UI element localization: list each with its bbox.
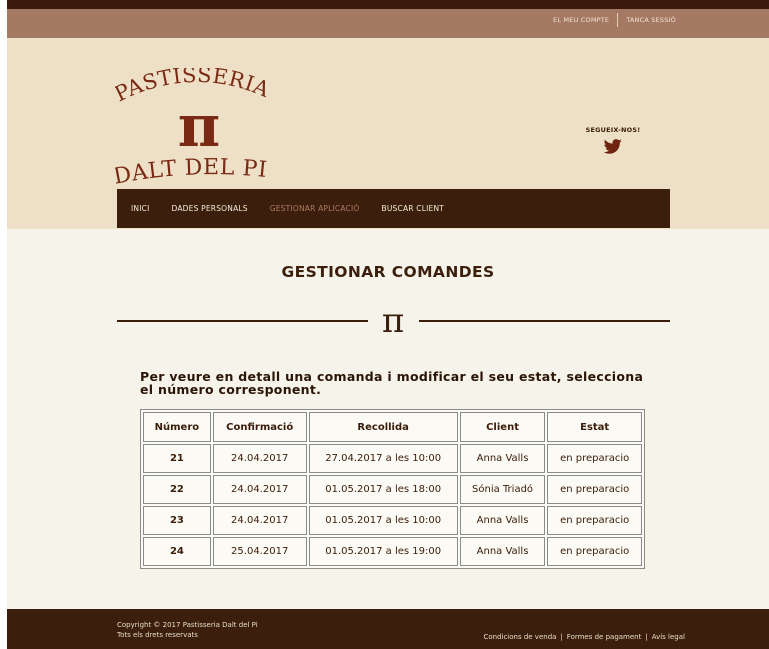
order-status: en preparacio (547, 537, 642, 566)
nav-item-gestionar-aplicacio[interactable]: GESTIONAR APLICACIÓ (270, 204, 360, 213)
site-logo[interactable]: PASTISSERIA π DALT DEL PI (115, 68, 285, 198)
page-title: GESTIONAR COMANDES (281, 263, 495, 281)
table-header-row: Número Confirmació Recollida Client Esta… (143, 412, 642, 442)
top-bar: EL MEU COMPTE TANCA SESSIÓ (7, 0, 769, 38)
column-header-estat: Estat (547, 412, 642, 442)
footer-separator: | (560, 633, 563, 641)
order-status: en preparacio (547, 444, 642, 473)
confirmation-date: 25.04.2017 (212, 537, 307, 566)
nav-item-buscar-client[interactable]: BUSCAR CLIENT (382, 204, 445, 213)
logo-pi-symbol: π (178, 92, 220, 160)
order-status: en preparacio (547, 506, 642, 535)
rights-text: Tots els drets reservats (117, 631, 198, 639)
order-number[interactable]: 21 (143, 444, 211, 473)
payment-methods-link[interactable]: Formes de pagament (567, 633, 642, 641)
client-name: Anna Valls (459, 537, 546, 566)
pickup-datetime: 27.04.2017 a les 10:00 (308, 444, 458, 473)
pickup-datetime: 01.05.2017 a les 19:00 (308, 537, 458, 566)
follow-us-label: SEGUEIX-NOS! (585, 126, 641, 134)
page: EL MEU COMPTE TANCA SESSIÓ PASTISSERIA π… (7, 0, 769, 649)
legal-notice-link[interactable]: Avís legal (652, 633, 685, 641)
copyright-text: Copyright © 2017 Pastisseria Dalt del Pi (117, 621, 258, 629)
account-links: EL MEU COMPTE TANCA SESSIÓ (553, 13, 676, 27)
column-header-client: Client (459, 412, 546, 442)
footer-separator: | (645, 633, 648, 641)
logout-link[interactable]: TANCA SESSIÓ (626, 16, 676, 24)
table-row[interactable]: 23 24.04.2017 01.05.2017 a les 10:00 Ann… (143, 506, 642, 535)
orders-table: Número Confirmació Recollida Client Esta… (140, 409, 645, 569)
client-name: Anna Valls (459, 444, 546, 473)
logo-text-bottom: DALT DEL PI (115, 155, 268, 190)
column-header-numero: Número (143, 412, 211, 442)
confirmation-date: 24.04.2017 (212, 475, 307, 504)
pi-divider: π (117, 303, 670, 339)
table-row[interactable]: 21 24.04.2017 27.04.2017 a les 10:00 Ann… (143, 444, 642, 473)
divider-pi-symbol: π (382, 303, 404, 339)
confirmation-date: 24.04.2017 (212, 506, 307, 535)
order-number[interactable]: 24 (143, 537, 211, 566)
order-number[interactable]: 22 (143, 475, 211, 504)
instructions-text: Per veure en detall una comanda i modifi… (140, 369, 644, 397)
column-header-recollida: Recollida (308, 412, 458, 442)
my-account-link[interactable]: EL MEU COMPTE (553, 16, 609, 24)
table-row[interactable]: 24 25.04.2017 01.05.2017 a les 19:00 Ann… (143, 537, 642, 566)
main-nav: INICI DADES PERSONALS GESTIONAR APLICACI… (117, 189, 670, 228)
footer-links: Condicions de venda | Formes de pagament… (483, 633, 685, 641)
twitter-icon[interactable] (582, 139, 644, 158)
pickup-datetime: 01.05.2017 a les 18:00 (308, 475, 458, 504)
main-content: GESTIONAR COMANDES π Per veure en detall… (7, 229, 769, 609)
copyright-block: Copyright © 2017 Pastisseria Dalt del Pi… (117, 620, 258, 640)
site-footer: Copyright © 2017 Pastisseria Dalt del Pi… (7, 609, 769, 649)
table-row[interactable]: 22 24.04.2017 01.05.2017 a les 18:00 Són… (143, 475, 642, 504)
terms-of-sale-link[interactable]: Condicions de venda (483, 633, 556, 641)
nav-item-dades-personals[interactable]: DADES PERSONALS (171, 204, 247, 213)
order-status: en preparacio (547, 475, 642, 504)
order-number[interactable]: 23 (143, 506, 211, 535)
client-name: Anna Valls (459, 506, 546, 535)
client-name: Sónia Triadó (459, 475, 546, 504)
column-header-confirmacio: Confirmació (212, 412, 307, 442)
nav-item-inici[interactable]: INICI (131, 204, 149, 213)
confirmation-date: 24.04.2017 (212, 444, 307, 473)
pickup-datetime: 01.05.2017 a les 10:00 (308, 506, 458, 535)
social-block: SEGUEIX-NOS! (582, 126, 644, 158)
site-header: PASTISSERIA π DALT DEL PI SEGUEIX-NOS! I… (7, 38, 769, 229)
link-separator (617, 13, 619, 27)
